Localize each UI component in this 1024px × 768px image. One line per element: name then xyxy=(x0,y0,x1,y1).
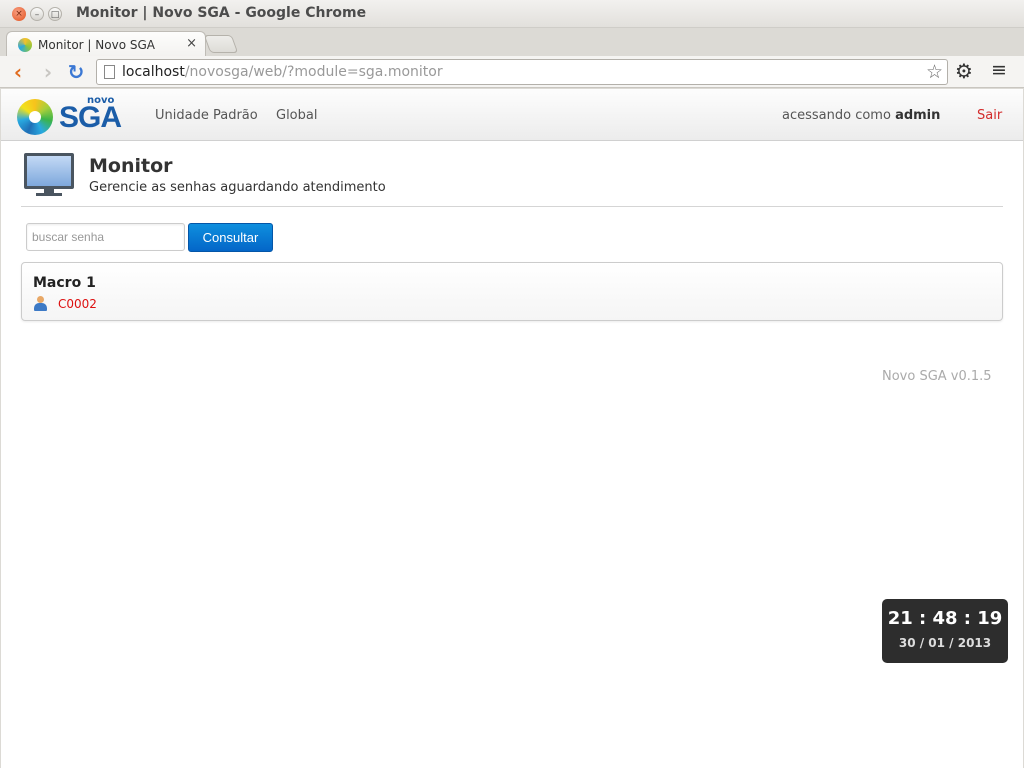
tab-strip: Monitor | Novo SGA × xyxy=(0,28,1024,57)
page-viewport: novo SGA Unidade Padrão Global acessando… xyxy=(1,89,1023,768)
nav-link-unidade[interactable]: Unidade Padrão xyxy=(155,108,258,123)
logo-text: SGA xyxy=(59,101,122,134)
bookmark-star-icon[interactable]: ☆ xyxy=(926,61,943,83)
back-arrow-icon[interactable]: ‹ xyxy=(6,60,30,84)
window-minimize-button[interactable]: – xyxy=(30,7,44,21)
window-title: Monitor | Novo SGA - Google Chrome xyxy=(76,5,367,21)
ticket-code[interactable]: C0002 xyxy=(58,297,97,311)
address-bar[interactable]: localhost/novosga/web/?module=sga.monito… xyxy=(96,59,948,85)
app-navbar: novo SGA Unidade Padrão Global acessando… xyxy=(1,89,1023,141)
reload-icon[interactable]: ↻ xyxy=(64,60,88,84)
tab-close-icon[interactable]: × xyxy=(186,36,197,51)
url-path: /novosga/web/?module=sga.monitor xyxy=(184,64,443,80)
window-close-button[interactable]: × xyxy=(12,7,26,21)
hamburger-menu-icon[interactable]: ≡ xyxy=(991,59,1007,81)
service-panel: Macro 1 C0002 xyxy=(21,262,1003,321)
window-maximize-button[interactable]: □ xyxy=(48,7,62,21)
user-info: acessando como admin xyxy=(782,108,940,123)
service-title: Macro 1 xyxy=(33,275,96,291)
clock-date: 30 / 01 / 2013 xyxy=(898,636,992,650)
window-titlebar: × – □ Monitor | Novo SGA - Google Chrome xyxy=(0,0,1024,28)
url-text[interactable]: localhost/novosga/web/?module=sga.monito… xyxy=(122,64,443,80)
forward-arrow-icon[interactable]: › xyxy=(36,60,60,84)
person-icon xyxy=(33,296,47,312)
app-version: Novo SGA v0.1.5 xyxy=(882,369,992,384)
tab-title: Monitor | Novo SGA xyxy=(38,38,155,52)
clock-widget: 21 : 48 : 19 30 / 01 / 2013 xyxy=(882,599,1008,663)
logo-swirl-icon xyxy=(17,99,53,135)
favicon-icon xyxy=(18,38,32,52)
user-name: admin xyxy=(895,108,941,123)
computer-monitor-icon xyxy=(24,153,74,197)
new-tab-button[interactable] xyxy=(203,35,239,53)
clock-time: 21 : 48 : 19 xyxy=(887,608,1003,629)
gear-icon[interactable]: ⚙ xyxy=(955,59,973,83)
search-ticket-input[interactable] xyxy=(26,223,185,251)
page-header: Monitor Gerencie as senhas aguardando at… xyxy=(21,151,1003,207)
user-prefix: acessando como xyxy=(782,108,891,123)
page-icon xyxy=(104,65,115,79)
page-title: Monitor xyxy=(89,155,173,177)
logout-link[interactable]: Sair xyxy=(977,108,1002,123)
consult-button[interactable]: Consultar xyxy=(188,223,273,252)
url-host: localhost xyxy=(122,64,185,80)
nav-link-global[interactable]: Global xyxy=(276,108,317,123)
novo-sga-logo[interactable]: novo SGA xyxy=(17,95,137,137)
browser-toolbar: ‹ › ↻ localhost/novosga/web/?module=sga.… xyxy=(0,56,1024,88)
browser-tab[interactable]: Monitor | Novo SGA × xyxy=(6,31,206,57)
page-subtitle: Gerencie as senhas aguardando atendiment… xyxy=(89,180,386,195)
